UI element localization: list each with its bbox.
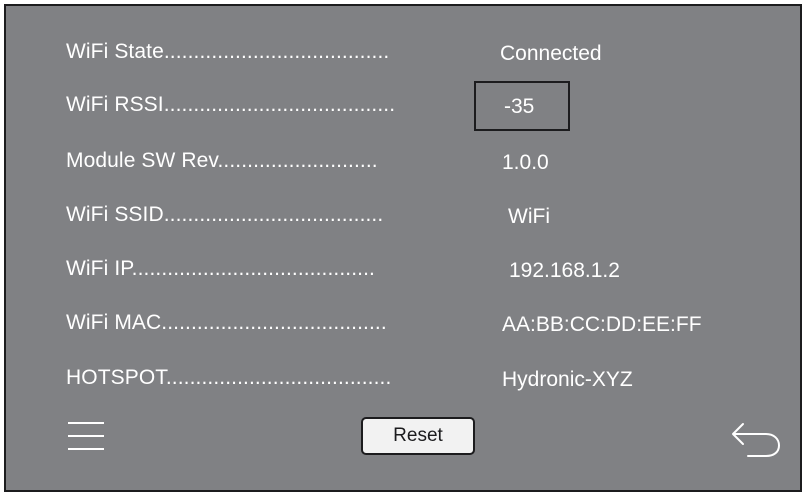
hamburger-menu-icon[interactable] [68, 422, 104, 452]
wifi-state-row: WiFi State..............................… [6, 34, 800, 74]
hotspot-row: HOTSPOT.................................… [6, 360, 800, 400]
hotspot-value: Hydronic-XYZ [502, 368, 633, 391]
wifi-mac-value: AA:BB:CC:DD:EE:FF [502, 313, 702, 336]
back-arrow-icon[interactable] [730, 420, 782, 458]
reset-button[interactable]: Reset [361, 417, 475, 455]
wifi-ip-value: 192.168.1.2 [509, 259, 620, 282]
wifi-state-value: Connected [500, 42, 602, 65]
menu-line-bottom [68, 448, 104, 450]
wifi-rssi-label: WiFi RSSI...............................… [66, 93, 396, 116]
wifi-ssid-value: WiFi [508, 205, 550, 228]
wifi-ssid-label: WiFi SSID...............................… [66, 203, 384, 226]
status-screen: WiFi State..............................… [4, 4, 802, 492]
module-sw-rev-label: Module SW Rev........................... [66, 149, 378, 172]
wifi-mac-row: WiFi MAC................................… [6, 305, 800, 345]
wifi-mac-label: WiFi MAC................................… [66, 311, 387, 334]
menu-line-top [68, 422, 104, 424]
menu-line-middle [68, 435, 104, 437]
module-sw-rev-value: 1.0.0 [502, 151, 549, 174]
rssi-highlight-box [474, 81, 570, 131]
module-sw-rev-row: Module SW Rev...........................… [6, 143, 800, 183]
wifi-rssi-row: WiFi RSSI...............................… [6, 87, 800, 127]
wifi-ip-row: WiFi IP.................................… [6, 251, 800, 291]
hotspot-label: HOTSPOT.................................… [66, 366, 392, 389]
wifi-state-label: WiFi State..............................… [66, 40, 390, 63]
wifi-ip-label: WiFi IP.................................… [66, 257, 375, 280]
wifi-ssid-row: WiFi SSID...............................… [6, 197, 800, 237]
